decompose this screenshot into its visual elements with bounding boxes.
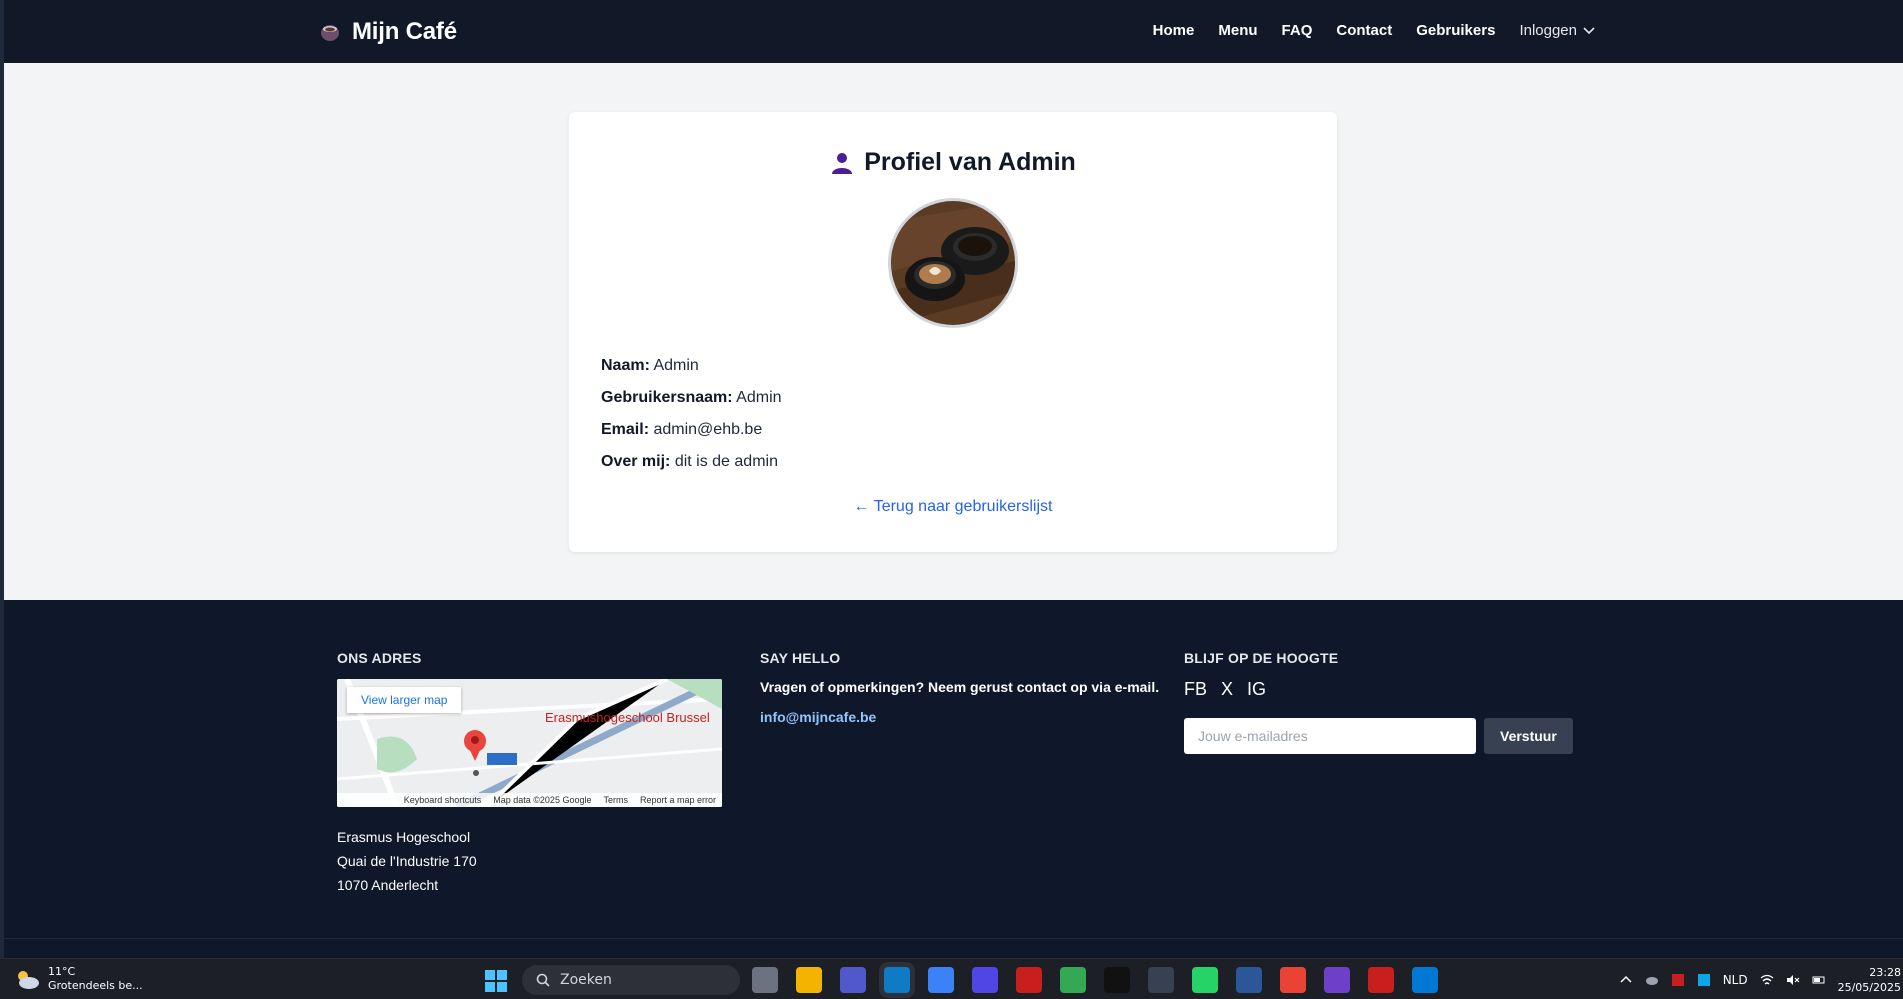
battery-icon[interactable] bbox=[1812, 973, 1826, 987]
map-terms[interactable]: Terms bbox=[603, 795, 628, 805]
nav-gebruikers[interactable]: Gebruikers bbox=[1416, 22, 1495, 39]
field-gebruikersnaam: Gebruikersnaam: Admin bbox=[601, 389, 782, 406]
system-tray: NLD 23:28 25/05/2025 bbox=[1619, 965, 1903, 995]
field-email: Email: admin@ehb.be bbox=[601, 421, 763, 438]
teams-icon[interactable] bbox=[840, 967, 866, 993]
windows-taskbar: 11°C Grotendeels be... Zoeken NLD 23:28 … bbox=[0, 958, 1903, 999]
task-view-icon[interactable] bbox=[752, 967, 778, 993]
browser-viewport: Mijn Café Home Menu FAQ Contact Gebruike… bbox=[0, 0, 1903, 958]
site-header: Mijn Café Home Menu FAQ Contact Gebruike… bbox=[4, 0, 1903, 63]
google-map[interactable]: View larger map Erasmushogeschool Brusse… bbox=[337, 679, 722, 807]
cloud-off-icon[interactable] bbox=[1645, 973, 1659, 987]
nav-faq[interactable]: FAQ bbox=[1282, 22, 1313, 39]
weather-temp: 11°C bbox=[48, 965, 76, 978]
clock[interactable]: 23:28 25/05/2025 bbox=[1838, 965, 1901, 995]
back-to-userlist-link[interactable]: ← Terug naar gebruikerslijst bbox=[569, 498, 1337, 516]
field-over-mij: Over mij: dit is de admin bbox=[601, 453, 778, 470]
map-footer: Keyboard shortcuts Map data ©2025 Google… bbox=[337, 793, 722, 807]
map-report-error[interactable]: Report a map error bbox=[640, 795, 716, 805]
file-explorer-icon[interactable] bbox=[796, 967, 822, 993]
footer-hello: SAY HELLO Vragen of opmerkingen? Neem ge… bbox=[760, 650, 1159, 725]
store-icon[interactable] bbox=[928, 967, 954, 993]
contact-email-link[interactable]: info@mijncafe.be bbox=[760, 709, 1159, 725]
github-icon[interactable] bbox=[1324, 967, 1350, 993]
vscode-icon[interactable] bbox=[1412, 967, 1438, 993]
address-heading: ONS ADRES bbox=[337, 650, 422, 666]
mcafee-tray-icon[interactable] bbox=[1671, 973, 1685, 987]
profile-card: Profiel van Admin Naam: Admin Gebruikers… bbox=[569, 112, 1337, 552]
map-keyboard-shortcuts[interactable]: Keyboard shortcuts bbox=[404, 795, 482, 805]
newsletter-submit-button[interactable]: Verstuur bbox=[1484, 718, 1573, 754]
app-icon[interactable] bbox=[972, 967, 998, 993]
avatar bbox=[888, 198, 1018, 328]
windows-start-icon[interactable] bbox=[484, 969, 508, 993]
address-line: Quai de l'Industrie 170 bbox=[337, 853, 477, 869]
instagram-link[interactable]: IG bbox=[1247, 679, 1266, 700]
address-line: Erasmus Hogeschool bbox=[337, 829, 471, 845]
page-title: Profiel van Admin bbox=[569, 148, 1337, 177]
whatsapp-icon[interactable] bbox=[1192, 967, 1218, 993]
social-links: FB X IG bbox=[1184, 679, 1573, 700]
chrome-icon[interactable] bbox=[1060, 967, 1086, 993]
language-indicator[interactable]: NLD bbox=[1723, 973, 1748, 987]
map-data: Map data ©2025 Google bbox=[493, 795, 592, 805]
page-title-text: Profiel van Admin bbox=[864, 148, 1076, 176]
chevron-down-icon bbox=[1583, 26, 1595, 34]
nav-home[interactable]: Home bbox=[1153, 22, 1195, 39]
edge-icon[interactable] bbox=[884, 967, 910, 993]
main-nav: Home Menu FAQ Contact Gebruikers Inlogge… bbox=[1153, 22, 1595, 39]
wifi-icon[interactable] bbox=[1760, 973, 1774, 987]
terminal-icon[interactable] bbox=[1148, 967, 1174, 993]
search-label: Zoeken bbox=[560, 972, 612, 988]
taskbar-search[interactable]: Zoeken bbox=[522, 965, 740, 995]
site-footer: ONS ADRES View larger map Erasmushogesch… bbox=[4, 600, 1903, 940]
footer-divider bbox=[4, 938, 1903, 939]
chrome-profile-icon[interactable] bbox=[1280, 967, 1306, 993]
newsletter-email-input[interactable] bbox=[1184, 718, 1476, 754]
coffee-cup-icon bbox=[321, 25, 339, 41]
clock-date: 25/05/2025 bbox=[1837, 981, 1901, 994]
nav-contact[interactable]: Contact bbox=[1336, 22, 1392, 39]
clock-time: 23:28 bbox=[1869, 966, 1901, 979]
avatar-coffee-photo bbox=[891, 201, 1015, 325]
weather-cloud-icon bbox=[18, 971, 39, 989]
chevron-up-icon[interactable] bbox=[1619, 973, 1633, 987]
brand[interactable]: Mijn Café bbox=[318, 18, 457, 46]
login-label: Inloggen bbox=[1519, 22, 1577, 39]
nav-menu[interactable]: Menu bbox=[1218, 22, 1257, 39]
map-place-label: Erasmushogeschool Brussel bbox=[545, 710, 710, 725]
taskbar-apps bbox=[752, 967, 1438, 993]
hello-text: Vragen of opmerkingen? Neem gerust conta… bbox=[760, 679, 1160, 695]
field-naam: Naam: Admin bbox=[601, 357, 699, 374]
footer-address: ONS ADRES View larger map Erasmushogesch… bbox=[337, 650, 722, 897]
word-icon[interactable] bbox=[1236, 967, 1262, 993]
volume-muted-icon[interactable] bbox=[1786, 973, 1800, 987]
app-icon[interactable] bbox=[1104, 967, 1130, 993]
weather-desc: Grotendeels be... bbox=[48, 979, 143, 992]
address-line: 1070 Anderlecht bbox=[337, 877, 439, 893]
profile-fields: Naam: Admin Gebruikersnaam: Admin Email:… bbox=[601, 356, 782, 484]
defender-icon[interactable] bbox=[1697, 973, 1711, 987]
weather-widget[interactable]: 11°C Grotendeels be... bbox=[14, 965, 143, 993]
footer-follow: BLIJF OP DE HOOGTE FB X IG Verstuur bbox=[1184, 650, 1573, 754]
x-link[interactable]: X bbox=[1221, 679, 1233, 700]
newsletter-form: Verstuur bbox=[1184, 718, 1573, 754]
mcafee-icon[interactable] bbox=[1016, 967, 1042, 993]
hello-heading: SAY HELLO bbox=[760, 650, 841, 666]
user-icon bbox=[832, 152, 853, 174]
view-larger-map-button[interactable]: View larger map bbox=[347, 687, 462, 713]
main-content: Profiel van Admin Naam: Admin Gebruikers… bbox=[4, 63, 1903, 600]
search-icon bbox=[536, 973, 550, 987]
address-lines: Erasmus Hogeschool Quai de l'Industrie 1… bbox=[337, 825, 722, 897]
login-dropdown[interactable]: Inloggen bbox=[1519, 22, 1595, 39]
brand-name: Mijn Café bbox=[352, 18, 457, 45]
facebook-link[interactable]: FB bbox=[1184, 679, 1207, 700]
mcafee-icon[interactable] bbox=[1368, 967, 1394, 993]
follow-heading: BLIJF OP DE HOOGTE bbox=[1184, 650, 1339, 666]
